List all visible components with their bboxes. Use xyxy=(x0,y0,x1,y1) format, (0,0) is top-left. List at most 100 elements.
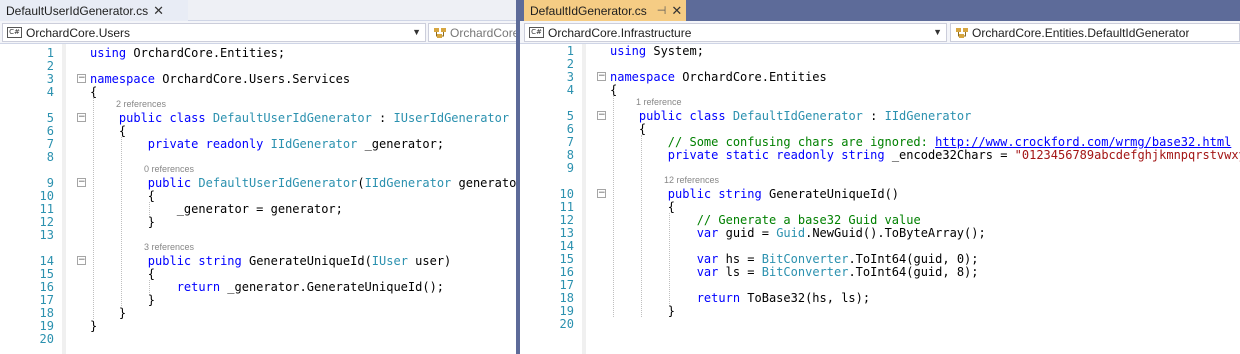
collapse-icon[interactable]: − xyxy=(597,72,606,81)
code-text: { xyxy=(610,83,618,97)
code-line: 2 xyxy=(520,57,1240,71)
line-number: 8 xyxy=(46,150,54,164)
code-line: 14 − public string GenerateUniqueId(IUser… xyxy=(0,254,516,268)
line-number: 5 xyxy=(566,109,574,123)
collapse-icon[interactable]: − xyxy=(597,111,606,120)
code-text: { xyxy=(90,189,156,203)
close-icon[interactable]: ✕ xyxy=(671,3,682,19)
csharp-project-icon: C# xyxy=(7,27,22,38)
line-number: 17 xyxy=(39,293,54,307)
code-line: 16 var ls = BitConverter.ToInt64(guid, 8… xyxy=(520,265,1240,279)
collapse-icon[interactable]: − xyxy=(77,74,86,83)
code-line: 8 private static readonly string _encode… xyxy=(520,148,1240,162)
indent-guide xyxy=(641,135,642,317)
line-number: 12 xyxy=(39,215,54,229)
codelens-references[interactable]: 1 reference xyxy=(636,96,682,109)
code-line: 17 } xyxy=(0,293,516,307)
code-line: 8 xyxy=(0,150,516,164)
collapse-icon[interactable]: − xyxy=(597,189,606,198)
line-number: 7 xyxy=(566,135,574,149)
code-text: { xyxy=(90,267,156,281)
code-text: { xyxy=(90,85,98,99)
code-line: 12 } xyxy=(0,215,516,229)
code-line: 6 { xyxy=(0,124,516,138)
code-line: 2 xyxy=(0,59,516,73)
chevron-down-icon[interactable]: ▼ xyxy=(933,24,942,41)
tab-title: DefaultUserIdGenerator.cs xyxy=(6,3,149,18)
code-text: public class DefaultUserIdGenerator : IU… xyxy=(118,111,510,125)
class-icon xyxy=(956,27,968,38)
editor-pane-left: DefaultUserIdGenerator.cs ✕ C# OrchardCo… xyxy=(0,0,516,354)
code-line: 17 xyxy=(520,278,1240,292)
line-number: 17 xyxy=(559,278,574,292)
line-number: 13 xyxy=(39,228,54,242)
line-number: 8 xyxy=(566,148,574,162)
code-line: 15 { xyxy=(0,267,516,281)
code-text: public string GenerateUniqueId() xyxy=(667,187,900,201)
editor-pane-right: DefaultIdGenerator.cs ⊣ ✕ C# OrchardCore… xyxy=(520,0,1240,354)
code-line: 18 return ToBase32(hs, ls); xyxy=(520,291,1240,305)
tab-defaultuseridgenerator[interactable]: DefaultUserIdGenerator.cs ✕ xyxy=(0,0,188,21)
project-dropdown[interactable]: C# OrchardCore.Infrastructure ▼ xyxy=(524,23,947,42)
code-editor[interactable]: 1 using OrchardCore.Entities; 2 3− namespace… xyxy=(0,44,516,354)
code-text: return ToBase32(hs, ls); xyxy=(696,291,871,305)
code-text: // Some confusing chars are ignored: htt… xyxy=(667,135,1232,149)
code-line: 19 } xyxy=(520,304,1240,318)
code-line: 3 − namespace OrchardCore.Entities xyxy=(520,70,1240,84)
code-text: } xyxy=(90,215,156,229)
code-text: return _generator.GenerateUniqueId(); xyxy=(176,280,445,294)
line-number: 14 xyxy=(559,239,574,253)
project-dropdown[interactable]: C# OrchardCore.Users ▼ xyxy=(2,23,426,42)
codelens-references[interactable]: 12 references xyxy=(664,174,719,187)
codelens-references[interactable]: 0 references xyxy=(144,163,194,176)
codelens-references[interactable]: 3 references xyxy=(144,241,194,254)
code-text: } xyxy=(90,319,98,333)
code-editor[interactable]: 1 using System; 2 3− namespace OrchardCore.E… xyxy=(520,44,1240,354)
type-dropdown[interactable]: OrchardCore.Entities.DefaultIdGenerator xyxy=(950,23,1240,42)
indent-guide xyxy=(93,98,94,319)
code-text: using OrchardCore.Entities; xyxy=(90,46,286,60)
collapse-icon[interactable]: − xyxy=(77,256,86,265)
code-line: 1 using System; xyxy=(520,44,1240,58)
line-number: 11 xyxy=(559,200,574,214)
code-text: // Generate a base32 Guid value xyxy=(696,213,921,227)
line-number: 19 xyxy=(39,319,54,333)
close-icon[interactable]: ✕ xyxy=(153,3,164,19)
code-line: 13 xyxy=(0,228,516,242)
code-line: 14 xyxy=(520,239,1240,253)
code-text: namespace OrchardCore.Users.Services xyxy=(90,72,351,86)
code-line: 4{ xyxy=(0,85,516,99)
code-text: { xyxy=(90,124,127,138)
codelens-references[interactable]: 2 references xyxy=(116,98,166,111)
line-number: 6 xyxy=(46,124,54,138)
pin-icon[interactable]: ⊣ xyxy=(657,4,667,17)
line-number: 3 xyxy=(46,72,54,86)
indent-guide xyxy=(613,96,614,317)
line-number: 18 xyxy=(559,291,574,305)
code-text: namespace OrchardCore.Entities xyxy=(610,70,827,84)
line-number: 9 xyxy=(566,161,574,175)
line-number: 1 xyxy=(46,46,54,60)
chevron-down-icon[interactable]: ▼ xyxy=(412,24,421,41)
tab-defaultidgenerator[interactable]: DefaultIdGenerator.cs ⊣ ✕ xyxy=(524,0,686,21)
line-number: 15 xyxy=(39,267,54,281)
collapse-icon[interactable]: − xyxy=(77,113,86,122)
code-line: 16 return _generator.GenerateUniqueId(); xyxy=(0,280,516,294)
code-text: private static readonly string _encode32… xyxy=(667,148,1240,162)
code-line: 7 private readonly IIdGenerator _generat… xyxy=(0,137,516,151)
line-number: 2 xyxy=(46,59,54,73)
code-line: 7 // Some confusing chars are ignored: h… xyxy=(520,135,1240,149)
line-number: 10 xyxy=(559,187,574,201)
code-line: 9 − public DefaultUserIdGenerator(IIdGene… xyxy=(0,176,516,190)
collapse-icon[interactable]: − xyxy=(77,178,86,187)
line-number: 20 xyxy=(559,317,574,331)
indent-guide xyxy=(121,137,122,306)
type-dropdown[interactable]: OrchardCore xyxy=(428,23,516,42)
code-line: 15 var hs = BitConverter.ToInt64(guid, 0… xyxy=(520,252,1240,266)
line-number: 19 xyxy=(559,304,574,318)
navigation-bar: C# OrchardCore.Infrastructure ▼ OrchardC… xyxy=(520,21,1240,44)
line-number: 6 xyxy=(566,122,574,136)
line-number: 15 xyxy=(559,252,574,266)
code-text: { xyxy=(610,122,647,136)
line-number: 20 xyxy=(39,332,54,346)
